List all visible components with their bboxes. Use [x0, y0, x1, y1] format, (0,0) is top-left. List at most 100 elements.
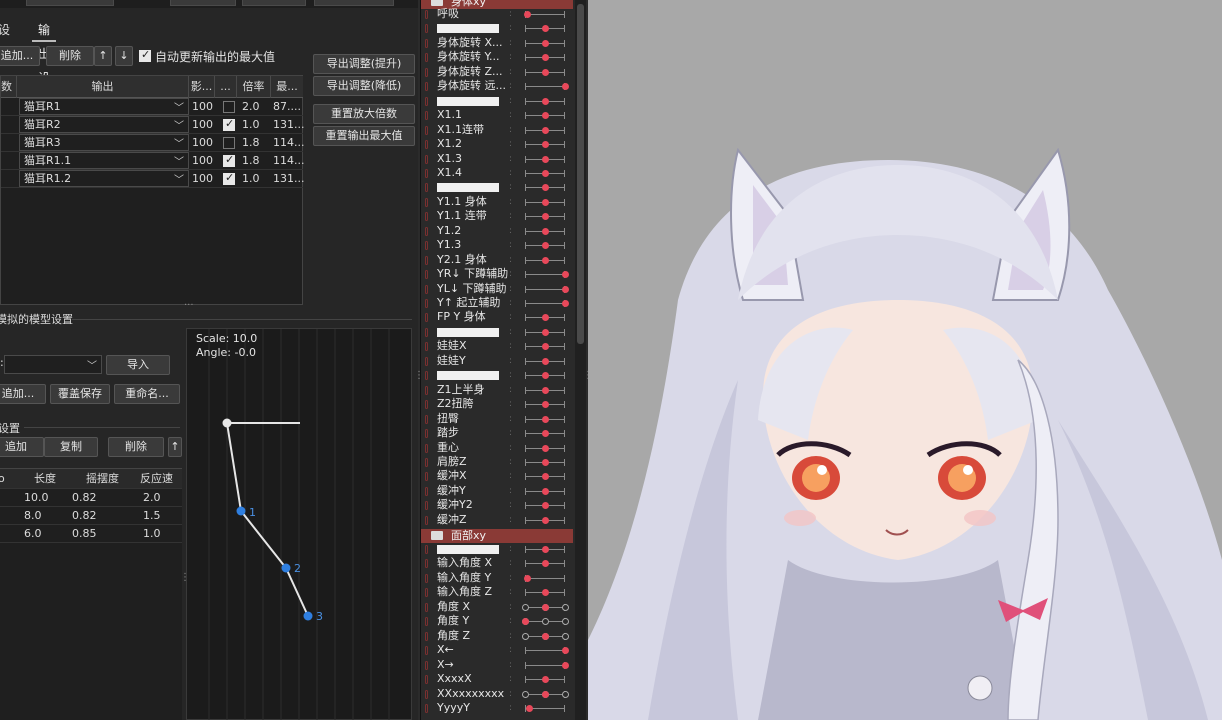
parameter-slider-knob[interactable]: [542, 343, 549, 351]
drag-handle-icon[interactable]: [425, 443, 428, 453]
parameter-slider-knob[interactable]: [542, 97, 549, 105]
parameter-slider-track[interactable]: [525, 300, 565, 307]
parameter-row[interactable]: YL↓ 下蹲辅助:: [421, 282, 573, 296]
parameter-slider-knob[interactable]: [562, 83, 569, 91]
parameter-row[interactable]: 角度 Y:: [421, 614, 573, 628]
keyform-ring-icon[interactable]: [522, 690, 529, 698]
drag-handle-icon[interactable]: [425, 371, 428, 381]
parameter-row[interactable]: Y1.3:: [421, 238, 573, 252]
parameter-slider-knob[interactable]: [542, 39, 549, 47]
parameter-slider-knob[interactable]: [542, 502, 549, 510]
keyform-ring-icon[interactable]: [562, 603, 569, 611]
parameter-row[interactable]: X←:: [421, 643, 573, 657]
parameter-slider-knob[interactable]: [542, 589, 549, 597]
parameter-row[interactable]: :: [421, 94, 573, 108]
drag-handle-icon[interactable]: [425, 486, 428, 496]
parameter-row[interactable]: X→:: [421, 658, 573, 672]
pendulum-graph[interactable]: Scale: 10.0 Angle: -0.0 1 2 3: [186, 328, 412, 720]
parameter-row[interactable]: 缓冲Y:: [421, 484, 573, 498]
parameter-row[interactable]: 身体旋转 Y...:: [421, 50, 573, 64]
parameter-row[interactable]: 肩膀Z:: [421, 455, 573, 469]
parameter-slider-knob[interactable]: [542, 54, 549, 62]
drag-handle-icon[interactable]: [425, 183, 428, 193]
parameter-slider-knob[interactable]: [542, 690, 549, 698]
parameter-slider-knob[interactable]: [542, 372, 549, 380]
drag-handle-icon[interactable]: [425, 82, 428, 92]
parameter-slider-knob[interactable]: [542, 473, 549, 481]
table-row[interactable]: 10.0 0.82 2.0: [0, 489, 182, 507]
parameter-slider-track[interactable]: [525, 271, 565, 279]
reverse-checkbox[interactable]: [223, 153, 235, 167]
parameter-slider-knob[interactable]: [542, 415, 549, 423]
parameter-slider-knob[interactable]: [562, 661, 569, 669]
parameter-slider-knob[interactable]: [542, 126, 549, 134]
drag-handle-icon[interactable]: [425, 96, 428, 106]
drag-handle-icon[interactable]: [425, 38, 428, 48]
drag-handle-icon[interactable]: [425, 356, 428, 366]
parameter-row[interactable]: X1.1连带:: [421, 123, 573, 137]
parameter-row[interactable]: 角度 Z:: [421, 629, 573, 643]
delete-output-button[interactable]: 削除: [46, 46, 94, 66]
parameter-slider-knob[interactable]: [542, 155, 549, 163]
top-button-2[interactable]: [170, 0, 236, 6]
reverse-checkbox[interactable]: [223, 117, 235, 131]
col-header-reaction[interactable]: 反应速: [140, 470, 182, 488]
drag-handle-icon[interactable]: [425, 617, 428, 627]
parameter-row[interactable]: Y2.1 身体:: [421, 253, 573, 267]
output-select[interactable]: 猫耳R1.2 ﹀: [19, 170, 189, 187]
keyform-ring-icon[interactable]: [562, 618, 569, 626]
parameter-slider-knob[interactable]: [542, 430, 549, 438]
reverse-checkbox[interactable]: [223, 171, 235, 185]
drag-handle-icon[interactable]: [425, 168, 428, 178]
drag-handle-icon[interactable]: [425, 212, 428, 222]
parameter-row[interactable]: X1.1:: [421, 108, 573, 122]
drag-handle-icon[interactable]: [425, 602, 428, 612]
preset-select[interactable]: ﹀: [4, 355, 102, 374]
drag-handle-icon[interactable]: [425, 646, 428, 656]
tab-output-settings[interactable]: 输出设置: [32, 18, 57, 109]
add-pendulum-button[interactable]: 追加: [0, 437, 44, 457]
parameter-row[interactable]: 输入角度 Y:: [421, 571, 573, 585]
drag-handle-icon[interactable]: [425, 501, 428, 511]
parameter-row[interactable]: 缓冲Z:: [421, 513, 573, 527]
parameter-row[interactable]: :: [421, 180, 573, 194]
parameter-row[interactable]: Y1.1 身体:: [421, 195, 573, 209]
drag-handle-icon[interactable]: [425, 703, 428, 713]
parameter-slider-knob[interactable]: [542, 184, 549, 192]
parameter-row[interactable]: 娃娃X:: [421, 339, 573, 353]
drag-handle-icon[interactable]: [425, 559, 428, 569]
parameter-slider-knob[interactable]: [542, 603, 549, 611]
parameter-row[interactable]: 扭臀:: [421, 412, 573, 426]
parameter-row[interactable]: XxxxX:: [421, 672, 573, 686]
col-header-max[interactable]: 最...: [271, 76, 303, 98]
table-row[interactable]: 猫耳R3 ﹀ 100 1.8 114...: [1, 134, 305, 152]
drag-handle-icon[interactable]: [425, 154, 428, 164]
parameter-slider-knob[interactable]: [524, 574, 531, 582]
drag-handle-icon[interactable]: [425, 545, 428, 554]
parameter-row[interactable]: 身体旋转 X...:: [421, 36, 573, 50]
parameter-row[interactable]: X1.3:: [421, 152, 573, 166]
add-preset-button[interactable]: 追加...: [0, 384, 46, 404]
parameter-slider-track[interactable]: [525, 83, 565, 91]
parameter-row[interactable]: XXxxxxxxxx:: [421, 687, 573, 701]
col-header-reverse[interactable]: ...: [215, 76, 237, 98]
keyform-ring-icon[interactable]: [562, 632, 569, 640]
reverse-checkbox[interactable]: [223, 101, 235, 113]
table-row[interactable]: 猫耳R1 ﹀ 100 2.0 87....: [1, 98, 303, 116]
parameter-slider-track[interactable]: [525, 574, 565, 582]
parameter-row[interactable]: 缓冲Y2:: [421, 498, 573, 512]
parameter-slider-knob[interactable]: [542, 676, 549, 684]
table-row[interactable]: 猫耳R2 ﹀ 100 1.0 131...: [1, 116, 305, 134]
parameter-row[interactable]: :: [421, 368, 573, 382]
drag-handle-icon[interactable]: [425, 457, 428, 467]
parameter-scrollbar[interactable]: [575, 0, 586, 720]
top-button-4[interactable]: [314, 0, 394, 6]
parameter-slider-knob[interactable]: [542, 169, 549, 177]
parameter-slider-knob[interactable]: [562, 647, 569, 655]
parameter-row[interactable]: 呼吸:: [421, 7, 573, 21]
tab-settings[interactable]: 设置: [0, 18, 16, 61]
parameter-row[interactable]: 身体旋转 Z...:: [421, 65, 573, 79]
parameter-row[interactable]: Z1上半身:: [421, 383, 573, 397]
drag-handle-icon[interactable]: [425, 573, 428, 583]
parameter-slider-knob[interactable]: [542, 444, 549, 452]
